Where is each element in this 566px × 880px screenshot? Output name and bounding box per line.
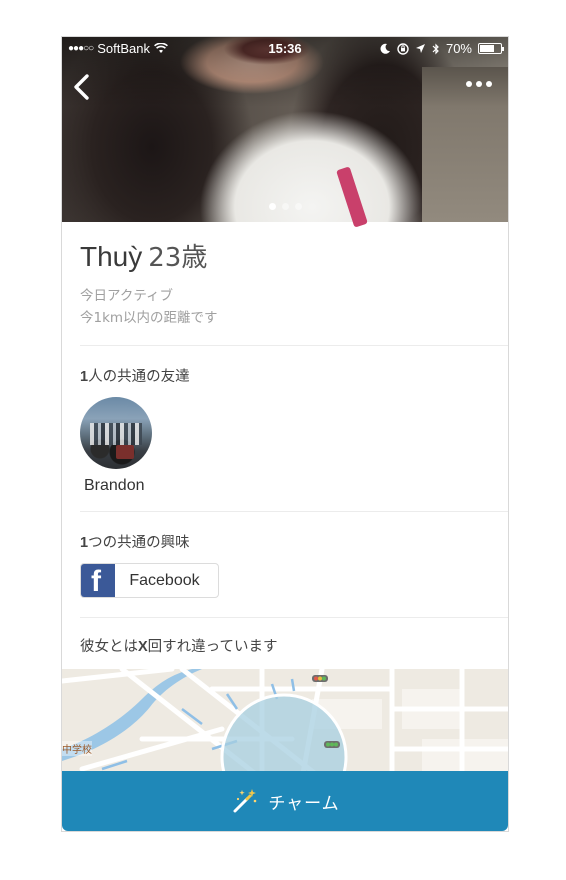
crossed-paths-text: 彼女とはX回すれ違っています [80,635,277,656]
photo-page-indicator[interactable] [62,203,508,210]
avatar-photo-bag [116,445,134,459]
status-bar: ●●●○○ SoftBank 15:36 70% [62,37,508,59]
mutual-interests-count: 1 [80,535,89,551]
divider [80,345,508,346]
phone-screen: ●●●○○ SoftBank 15:36 70% Thuỳ 23歳 今日アクティ… [61,36,509,832]
profile-age: 23歳 [148,243,208,273]
profile-name: Thuỳ [80,241,143,272]
interest-label: Facebook [129,571,200,589]
page-dot [294,203,302,210]
charm-button[interactable]: チャーム [62,771,508,831]
back-button[interactable] [70,71,94,103]
mutual-friends-title: 1人の共通の友達 [80,365,190,386]
photo-bag-strap [336,166,368,228]
map-place-label: 中学校 [62,741,92,756]
avatar-photo-people [90,423,142,445]
status-right: 70% [380,41,504,56]
crossed-paths-suffix: 回すれ違っています [147,639,278,655]
distance-status: 今1km以内の距離です [80,310,218,326]
battery-percent: 70% [445,41,472,56]
mutual-interests-label: つの共通の興味 [88,535,190,551]
page-dot [268,203,276,210]
crossed-paths-prefix: 彼女とは [80,639,138,655]
interest-facebook[interactable]: f Facebook [80,563,219,598]
rotation-lock-icon [397,42,409,55]
divider [80,617,508,618]
location-arrow-icon [415,44,425,53]
crossed-paths-count: X [138,639,148,655]
activity-status: 今日アクティブ [80,288,174,304]
bluetooth-icon [432,43,439,54]
charm-button-label: チャーム [268,793,340,814]
magic-wand-icon [233,789,257,813]
map-graphic [62,669,508,779]
encounter-map[interactable]: 中学校 [62,669,508,779]
moon-icon [380,43,390,54]
more-dot [466,81,472,87]
more-dot [486,81,492,87]
facebook-icon: f [81,564,115,597]
friend-name[interactable]: Brandon [84,477,145,495]
page-dot [281,203,289,210]
battery-icon [478,43,504,54]
battery-fill [480,45,494,52]
friend-avatar[interactable] [80,397,152,469]
mutual-friends-count: 1 [80,369,89,385]
chevron-left-icon [74,74,89,100]
mutual-friends-label: 人の共通の友達 [88,369,190,385]
more-options-button[interactable] [466,81,492,87]
mutual-interests-title: 1つの共通の興味 [80,531,190,552]
more-dot [476,81,482,87]
profile-name-row: Thuỳ 23歳 [80,237,207,274]
profile-photo[interactable] [62,37,508,228]
divider [80,511,508,512]
